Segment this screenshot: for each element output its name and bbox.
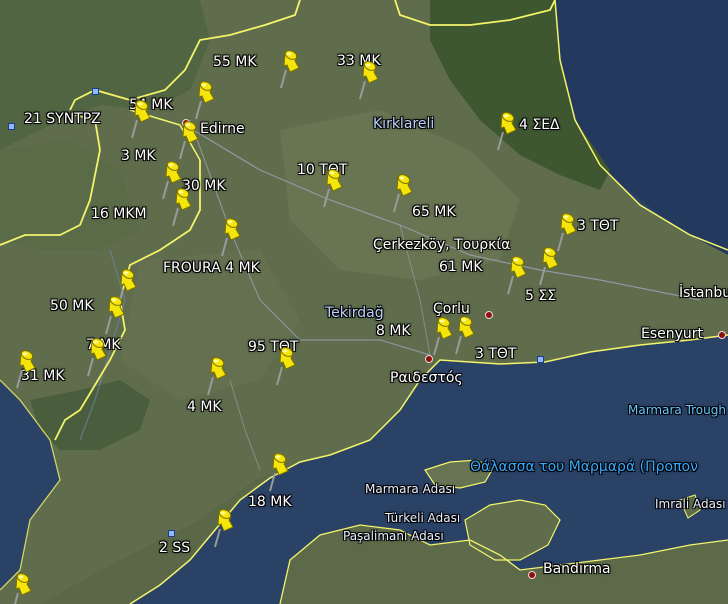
pin-label: 16 MKM: [91, 206, 147, 222]
pin-label: FROURA 4 MK: [163, 260, 260, 276]
city-label-cerkezkoy: Çerkezköy, Τουρκία: [373, 237, 511, 253]
pushpin-icon[interactable]: [192, 79, 218, 121]
pushpin-icon[interactable]: [494, 110, 520, 152]
city-label-edirne: Edirne: [200, 121, 245, 137]
airfield-marker-1[interactable]: [8, 123, 15, 130]
city-dot-esenyurt[interactable]: [718, 331, 726, 339]
pushpin-icon[interactable]: [211, 507, 237, 549]
pushpin-icon[interactable]: [320, 167, 346, 209]
island-label-turkeli: Türkeli Adası: [385, 511, 461, 525]
pushpin-icon[interactable]: [13, 348, 39, 390]
pushpin-icon[interactable]: [128, 98, 154, 140]
pushpin-icon[interactable]: [452, 314, 478, 356]
pushpin-icon[interactable]: [218, 216, 244, 258]
pushpin-icon[interactable]: [277, 48, 303, 90]
pin-label: 50 MK: [50, 298, 94, 314]
airfield-marker-3[interactable]: [537, 356, 544, 363]
airfield-marker-4[interactable]: [168, 530, 175, 537]
pushpin-icon[interactable]: [536, 245, 562, 287]
city-label-bandirma: Bandırma: [543, 561, 611, 577]
city-label-esenyurt: Esenyurt: [641, 326, 704, 342]
island-label-marmara: Marmara Adası: [365, 482, 456, 496]
pushpin-icon[interactable]: [356, 59, 382, 101]
pin-label: 4 ΣΕΔ: [519, 117, 560, 133]
pin-label: 3 ΤΘΤ: [577, 218, 619, 234]
pin-label: 8 MK: [376, 323, 411, 339]
pushpin-icon[interactable]: [9, 571, 35, 604]
pushpin-icon[interactable]: [266, 451, 292, 493]
island-label-imrali: Imrali Adası: [655, 497, 726, 511]
pin-label: 3 MK: [121, 148, 156, 164]
pushpin-icon[interactable]: [169, 186, 195, 228]
pushpin-icon[interactable]: [102, 294, 128, 336]
pushpin-icon[interactable]: [504, 254, 530, 296]
city-dot-bandirma[interactable]: [528, 571, 536, 579]
pin-label: 65 MK: [412, 204, 456, 220]
city-label-tekirdag: Tekirdağ: [325, 305, 384, 321]
pin-label: 61 MK: [439, 259, 483, 275]
city-dot-corlu[interactable]: [485, 311, 493, 319]
pushpin-icon[interactable]: [390, 172, 416, 214]
island-label-pasalimani: Paşalimanı Adası: [343, 529, 444, 543]
pushpin-icon[interactable]: [84, 336, 110, 378]
pushpin-icon[interactable]: [273, 345, 299, 387]
pin-label: 21 SYNTPZ: [24, 111, 101, 127]
pin-label: 18 MK: [248, 494, 292, 510]
pushpin-icon[interactable]: [176, 119, 202, 161]
sea-label-marmara: Θάλασσα του Μαρμαρά (Προπον: [470, 459, 698, 475]
airfield-marker-2[interactable]: [92, 88, 99, 95]
city-label-raidestos: Ραιδεστός: [390, 370, 463, 386]
city-label-kirklareli: Kırklareli: [373, 116, 435, 132]
pushpin-icon[interactable]: [204, 355, 230, 397]
pin-label: 55 MK: [213, 54, 257, 70]
city-label-istanbul: İstanbu: [679, 285, 728, 301]
pin-label: 3 ΤΘΤ: [475, 346, 517, 362]
pin-label: 2 SS: [159, 540, 191, 556]
satellite-map[interactable]: Edirne Kırklareli Çerkezköy, Τουρκία Tek…: [0, 0, 728, 604]
water-label-marmara-trough: Marmara Trough: [628, 403, 726, 417]
pin-label: 4 MK: [187, 399, 222, 415]
